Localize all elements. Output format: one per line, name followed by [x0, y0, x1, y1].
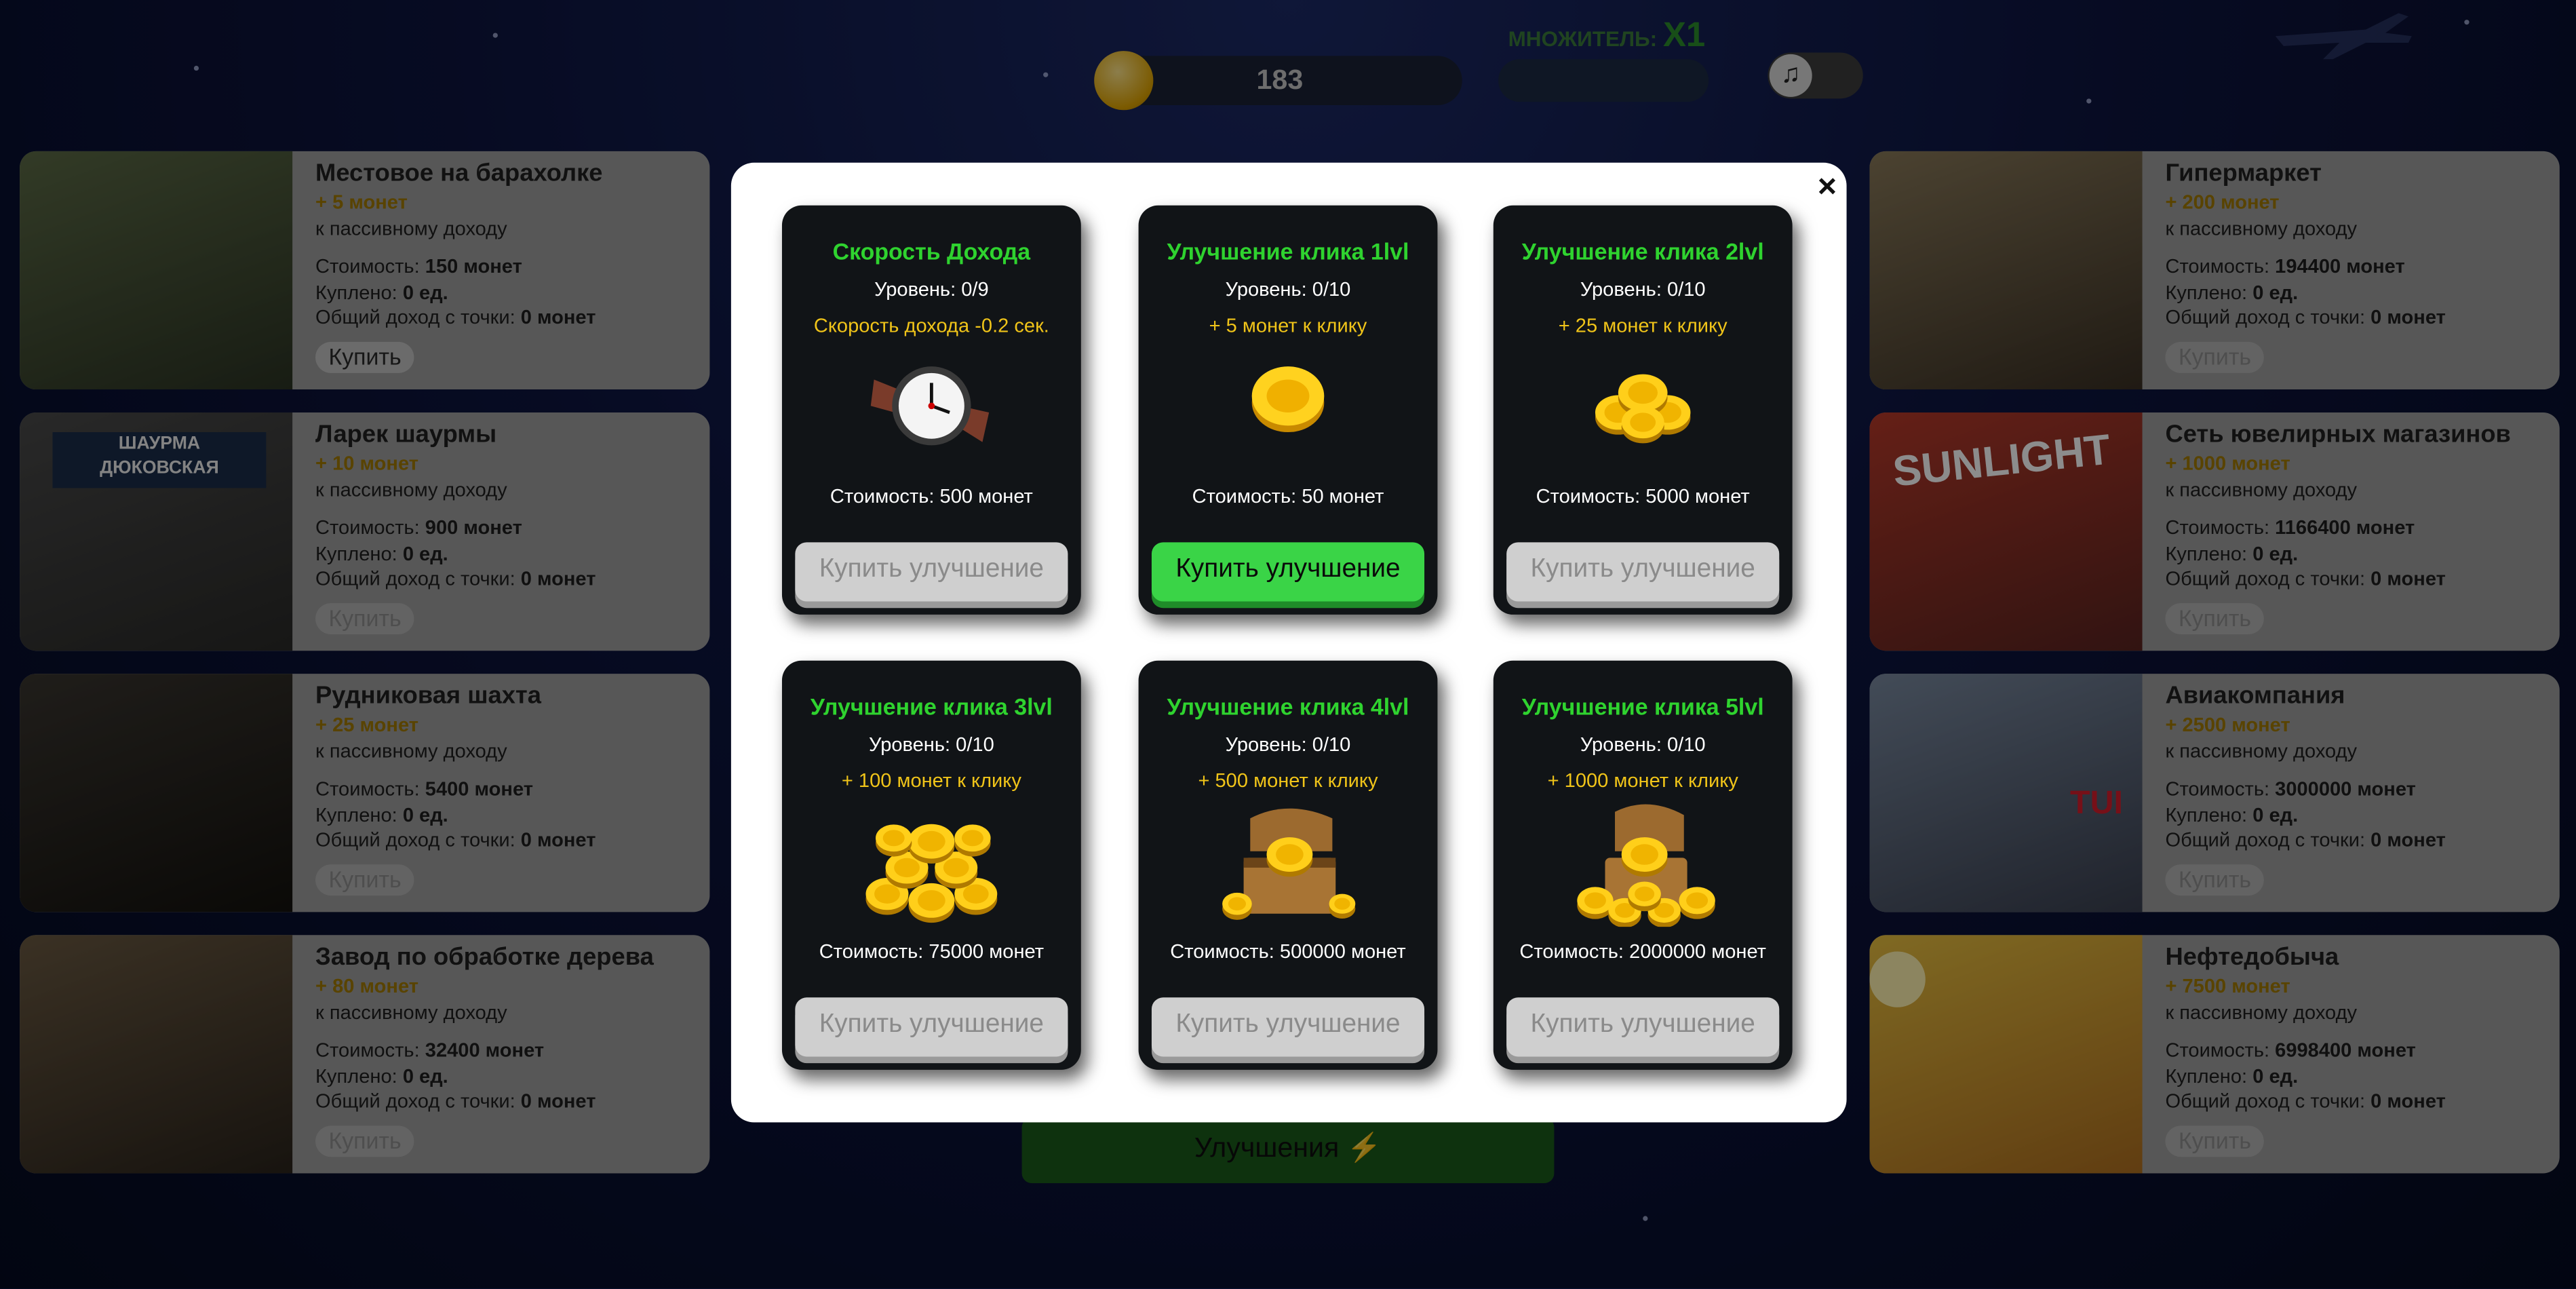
upgrade-card: Улучшение клика 5lvl Уровень: 0/10 + 100…	[1493, 660, 1793, 1070]
upgrade-cost: Стоимость: 75000 монет	[819, 940, 1045, 963]
upgrade-bonus: + 5 монет к клику	[1209, 313, 1367, 337]
upgrade-cost: Стоимость: 500 монет	[830, 484, 1033, 508]
upgrade-cost: Стоимость: 5000 монет	[1536, 484, 1750, 508]
upgrade-bonus: + 25 монет к клику	[1558, 313, 1728, 337]
buy-upgrade-button[interactable]: Купить улучшение	[1506, 997, 1780, 1057]
treasure-chest-large-icon	[1494, 802, 1793, 928]
upgrade-title: Улучшение клика 5lvl	[1521, 693, 1764, 720]
upgrade-cost: Стоимость: 50 монет	[1192, 484, 1384, 508]
upgrade-card: Скорость Дохода Уровень: 0/9 Скорость до…	[781, 205, 1081, 615]
upgrade-level: Уровень: 0/10	[1225, 277, 1351, 301]
close-icon[interactable]: ×	[1818, 169, 1837, 207]
upgrade-level: Уровень: 0/10	[869, 733, 994, 756]
upgrade-cost: Стоимость: 500000 монет	[1170, 940, 1406, 963]
upgrade-card: Улучшение клика 2lvl Уровень: 0/10 + 25 …	[1493, 205, 1793, 615]
upgrade-title: Скорость Дохода	[832, 238, 1031, 265]
upgrade-title: Улучшение клика 1lvl	[1167, 238, 1409, 265]
buy-upgrade-button[interactable]: Купить улучшение	[1506, 542, 1780, 602]
upgrade-bonus: + 1000 монет к клику	[1547, 769, 1738, 792]
upgrade-title: Улучшение клика 2lvl	[1521, 238, 1764, 265]
treasure-chest-icon	[1139, 802, 1438, 927]
buy-upgrade-button[interactable]: Купить улучшение	[795, 542, 1068, 602]
upgrade-level: Уровень: 0/10	[1225, 733, 1351, 756]
coin-icon	[1139, 347, 1438, 472]
watch-icon	[782, 347, 1081, 472]
upgrade-card: Улучшение клика 3lvl Уровень: 0/10 + 100…	[781, 660, 1081, 1070]
upgrade-card: Улучшение клика 4lvl Уровень: 0/10 + 500…	[1138, 660, 1438, 1070]
buy-upgrade-button[interactable]: Купить улучшение	[795, 997, 1068, 1057]
game-screen: 183 МНОЖИТЕЛЬ: X1 ♫ Местовое на барахолк…	[0, 0, 2576, 1289]
buy-upgrade-button[interactable]: Купить улучшение	[1151, 542, 1425, 602]
upgrade-card: Улучшение клика 1lvl Уровень: 0/10 + 5 м…	[1138, 205, 1438, 615]
upgrade-cost: Стоимость: 2000000 монет	[1519, 940, 1767, 963]
coins-small-stack-icon	[1494, 347, 1793, 472]
upgrade-title: Улучшение клика 3lvl	[810, 693, 1053, 720]
upgrade-bonus: + 500 монет к клику	[1198, 769, 1378, 792]
upgrades-modal: × Скорость Дохода Уровень: 0/9 Скорость …	[730, 162, 1847, 1123]
buy-upgrade-button[interactable]: Купить улучшение	[1151, 997, 1425, 1057]
upgrade-level: Уровень: 0/10	[1580, 733, 1706, 756]
upgrade-bonus: Скорость дохода -0.2 сек.	[813, 313, 1049, 337]
coins-pile-icon	[782, 802, 1081, 927]
upgrade-title: Улучшение клика 4lvl	[1167, 693, 1409, 720]
upgrade-bonus: + 100 монет к клику	[841, 769, 1021, 792]
upgrade-level: Уровень: 0/9	[874, 277, 989, 301]
upgrade-level: Уровень: 0/10	[1580, 277, 1706, 301]
